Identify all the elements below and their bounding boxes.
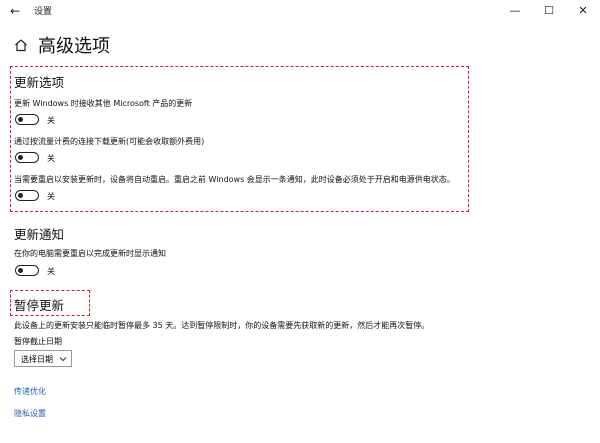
back-arrow-icon[interactable]: ← (6, 2, 24, 20)
maximize-button[interactable]: ☐ (532, 0, 566, 22)
pause-updates-description: 此设备上的更新安装只能临时暂停最多 35 天。达到暂停限制时，你的设备需要先获取… (14, 321, 430, 330)
setting-label-restart-notify: 在你的电脑需要重启以完成更新时显示通知 (14, 249, 166, 258)
pause-date-label: 暂停截止日期 (14, 337, 62, 346)
toggle-knob (18, 154, 23, 160)
toggle-knob (18, 192, 23, 198)
close-button[interactable]: ✕ (566, 0, 600, 22)
minimize-button[interactable]: — (498, 0, 532, 22)
toggle-state-metered: 关 (47, 154, 55, 163)
setting-label-auto-restart: 当需要重启以安装更新时，设备将自动重启。重启之前 Windows 会显示一条通知… (14, 175, 455, 184)
chevron-down-icon (59, 357, 67, 362)
toggle-restart-notify[interactable] (15, 265, 39, 276)
toggle-other-products[interactable] (15, 114, 39, 125)
toggle-knob (18, 116, 23, 122)
toggle-knob (18, 267, 23, 273)
home-icon[interactable] (14, 38, 28, 52)
window-title: 设置 (34, 7, 53, 17)
toggle-state-other-products: 关 (47, 116, 55, 125)
pause-updates-title: 暂停更新 (14, 298, 65, 313)
toggle-auto-restart[interactable] (15, 190, 39, 201)
delivery-optimization-link[interactable]: 传递优化 (14, 386, 46, 397)
update-notify-title: 更新通知 (14, 227, 65, 242)
title-bar: ← 设置 — ☐ ✕ (0, 0, 600, 22)
update-options-title: 更新选项 (14, 75, 65, 90)
toggle-metered[interactable] (15, 152, 39, 163)
page-title: 高级选项 (38, 36, 110, 57)
toggle-state-auto-restart: 关 (47, 192, 55, 201)
setting-label-other-products: 更新 Windows 时接收其他 Microsoft 产品的更新 (14, 99, 193, 108)
privacy-settings-link[interactable]: 隐私设置 (14, 408, 46, 419)
pause-date-value: 选择日期 (21, 355, 53, 364)
toggle-state-restart-notify: 关 (47, 267, 55, 276)
pause-date-dropdown[interactable]: 选择日期 (14, 350, 72, 367)
setting-label-metered: 通过按流量计费的连接下载更新(可能会收取额外费用) (14, 137, 205, 146)
